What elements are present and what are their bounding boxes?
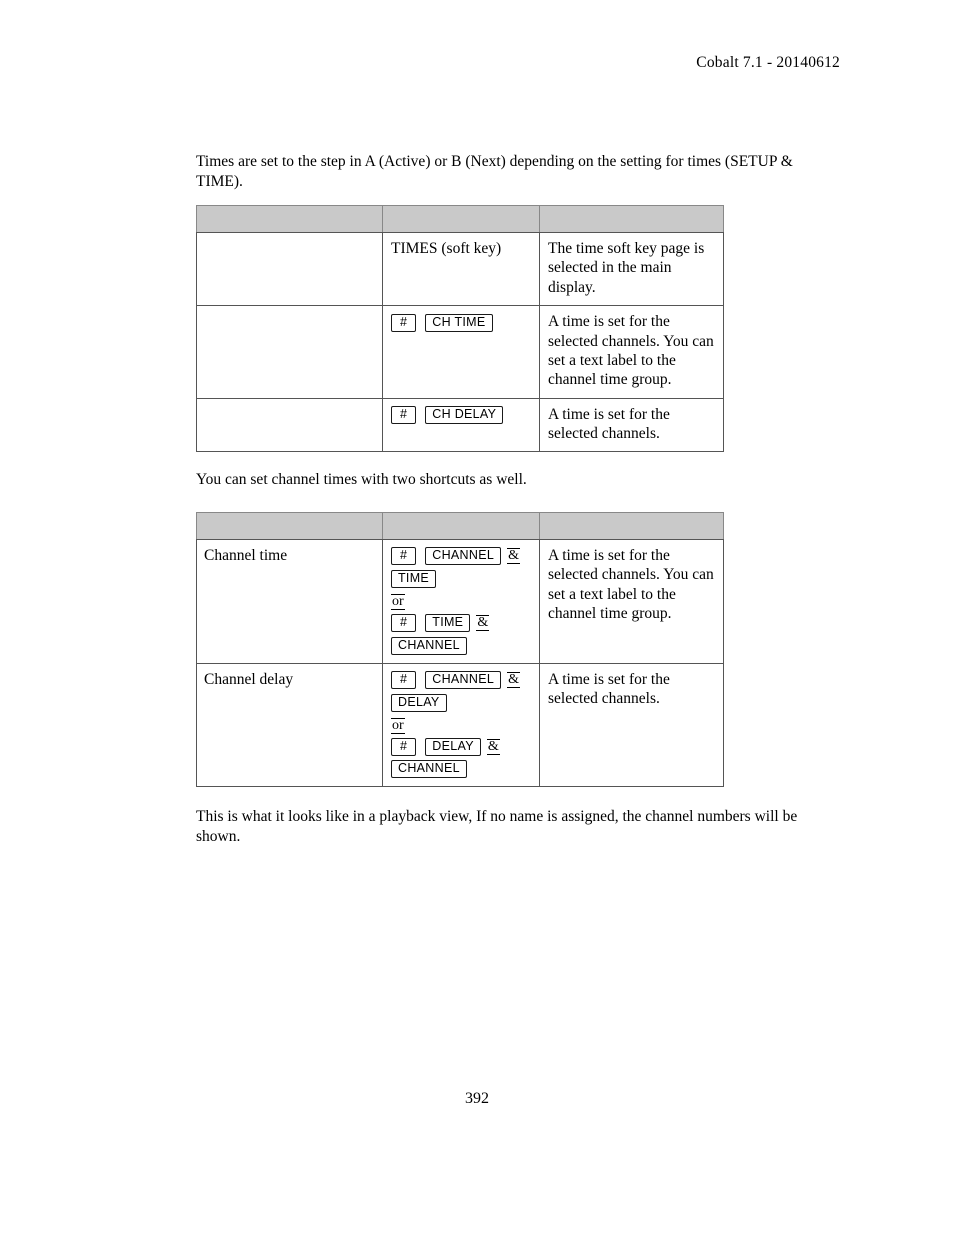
key-sequence-line: # CH TIME	[391, 312, 531, 332]
table2-body: Channel time # CHANNEL & TIME or # TIME & CHANNEL…	[196, 511, 724, 788]
table2-header-cell-3	[539, 511, 724, 540]
intro-paragraph: Times are set to the step in A (Active) …	[196, 153, 793, 190]
row-description-cell: A time is set for the selected channels.	[539, 662, 724, 788]
key-button-[interactable]: #	[391, 614, 417, 633]
row-keys-cell: TIMES (soft key)	[382, 232, 540, 307]
key-sequence-line: # CHANNEL &	[391, 546, 531, 566]
key-button-time[interactable]: TIME	[425, 614, 471, 633]
key-button-delay[interactable]: DELAY	[425, 737, 481, 756]
row-keys-cell: # CH TIME	[382, 305, 540, 399]
table1-header-cell-3	[539, 205, 724, 234]
or-label: or	[391, 717, 405, 734]
row-keys-cell: # CH DELAY	[382, 397, 540, 453]
key-button-delay[interactable]: DELAY	[391, 693, 447, 712]
key-button-ch-delay[interactable]: CH DELAY	[425, 406, 504, 425]
key-sequence-line: TIME	[391, 568, 531, 588]
table1-header-row	[196, 205, 724, 234]
row-description-cell: A time is set for the selected channels.	[539, 397, 724, 453]
table1-body: TIMES (soft key) The time soft key page i…	[196, 205, 724, 453]
table-row: Channel delay # CHANNEL & DELAY or # DELAY & CHAN…	[196, 662, 724, 788]
row-keys-cell: # CHANNEL & TIME or # TIME & CHANNEL	[382, 538, 540, 664]
table1-header-cell-1	[196, 205, 383, 234]
table2-header-cell-1	[196, 511, 383, 540]
row-keys-cell: # CHANNEL & DELAY or # DELAY & CHANNEL	[382, 662, 540, 788]
row-description-cell: A time is set for the selected channels.…	[539, 538, 724, 664]
ampersand-label: &	[476, 615, 490, 632]
table-row: Channel time # CHANNEL & TIME or # TIME & CHANNEL…	[196, 538, 724, 664]
table-row: # CH DELAY A time is set for the selected …	[196, 397, 724, 453]
document-page: Cobalt 7.1 - 20140612 Times are set to t…	[0, 0, 954, 1235]
key-sequence-line: # CH DELAY	[391, 405, 531, 425]
key-sequence-line: CHANNEL	[391, 759, 531, 779]
row-label-cell: Channel time	[196, 538, 383, 664]
page-content: Times are set to the step in A (Active) …	[196, 152, 836, 846]
ampersand-label: &	[507, 672, 520, 689]
key-button-[interactable]: #	[391, 737, 417, 756]
key-button-[interactable]: #	[391, 547, 417, 566]
key-button-ch-time[interactable]: CH TIME	[425, 313, 493, 332]
page-number: 392	[465, 1090, 489, 1107]
key-button-channel[interactable]: CHANNEL	[391, 636, 467, 655]
or-separator: or	[391, 591, 531, 613]
table-row: TIMES (soft key) The time soft key page i…	[196, 232, 724, 307]
key-sequence-line: # TIME &	[391, 613, 531, 633]
key-button-[interactable]: #	[391, 406, 417, 425]
key-button-[interactable]: #	[391, 313, 417, 332]
key-button-time[interactable]: TIME	[391, 569, 437, 588]
table-channel-shortcuts: Channel time # CHANNEL & TIME or # TIME & CHANNEL…	[196, 511, 724, 788]
key-button-channel[interactable]: CHANNEL	[391, 760, 467, 779]
row-label-cell: Channel delay	[196, 662, 383, 788]
table-times-softkeys: TIMES (soft key) The time soft key page i…	[196, 205, 724, 453]
key-sequence-line: # DELAY &	[391, 737, 531, 756]
middle-paragraph: You can set channel times with two short…	[196, 471, 527, 489]
key-button-channel[interactable]: CHANNEL	[425, 671, 502, 690]
key-sequence-line: # CHANNEL &	[391, 670, 531, 690]
row-label-cell	[196, 397, 383, 453]
table2-header-cell-2	[382, 511, 540, 540]
key-sequence-line: DELAY	[391, 692, 531, 712]
table2-header-row	[196, 511, 724, 540]
table-row: # CH TIME A time is set for the selected c…	[196, 305, 724, 399]
row-label-cell	[196, 232, 383, 307]
or-separator: or	[391, 715, 531, 737]
key-button-[interactable]: #	[391, 671, 417, 690]
page-header-revision: Cobalt 7.1 - 20140612	[696, 54, 840, 71]
table1-header-cell-2	[382, 205, 540, 234]
softkey-text: TIMES (soft key)	[391, 240, 502, 258]
key-button-channel[interactable]: CHANNEL	[425, 547, 502, 566]
ampersand-label: &	[507, 548, 520, 565]
row-label-cell	[196, 305, 383, 399]
or-label: or	[391, 593, 405, 610]
key-sequence-line: CHANNEL	[391, 635, 531, 655]
row-description-cell: The time soft key page is selected in th…	[539, 232, 724, 307]
closing-paragraph: This is what it looks like in a playback…	[196, 808, 798, 845]
row-description-cell: A time is set for the selected channels.…	[539, 305, 724, 399]
ampersand-label: &	[486, 738, 500, 755]
